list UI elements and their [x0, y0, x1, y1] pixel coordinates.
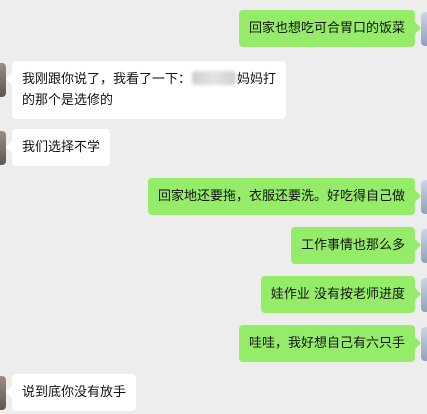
self-avatar[interactable]: [421, 327, 427, 361]
incoming-message-bubble[interactable]: 我刚跟你说了，我看了一下： 妈妈打 的那个是选修的: [5, 61, 287, 119]
outgoing-message-bubble[interactable]: 娃作业 没有按老师进度: [260, 276, 422, 313]
incoming-message-bubble[interactable]: 我们选择不学: [5, 129, 111, 166]
outgoing-message-bubble[interactable]: 回家地还要拖，衣服还要洗。好吃得自己做: [147, 178, 422, 215]
redacted-name: [192, 71, 237, 85]
message-text: 哇哇，我好想自己有六只手: [248, 336, 405, 351]
message-text: 我刚跟你说了，我看了一下：: [22, 72, 192, 87]
self-avatar[interactable]: [421, 229, 427, 263]
outgoing-message-bubble[interactable]: 回家也想吃可合胃口的饭菜: [238, 10, 422, 47]
outgoing-message-bubble[interactable]: 哇哇，我好想自己有六只手: [238, 325, 422, 362]
message-text: 回家地还要拖，衣服还要洗。好吃得自己做: [157, 189, 405, 204]
message-text: 妈妈打: [237, 72, 277, 87]
message-text: 娃作业 没有按老师进度: [270, 287, 405, 302]
message-text: 说到底你没有放手: [22, 385, 127, 400]
self-avatar[interactable]: [421, 180, 427, 214]
message-line: 我刚跟你说了，我看了一下： 妈妈打: [22, 69, 276, 90]
message-text: 的那个是选修的: [22, 93, 114, 108]
message-text: 我们选择不学: [22, 140, 101, 155]
message-line: 的那个是选修的: [22, 90, 276, 111]
message-text: 工作事情也那么多: [300, 238, 405, 253]
incoming-message-bubble[interactable]: 说到底你没有放手: [5, 374, 137, 411]
self-avatar[interactable]: [421, 278, 427, 312]
self-avatar[interactable]: [421, 12, 427, 46]
message-text: 回家也想吃可合胃口的饭菜: [248, 21, 405, 36]
outgoing-message-bubble[interactable]: 工作事情也那么多: [290, 227, 422, 264]
